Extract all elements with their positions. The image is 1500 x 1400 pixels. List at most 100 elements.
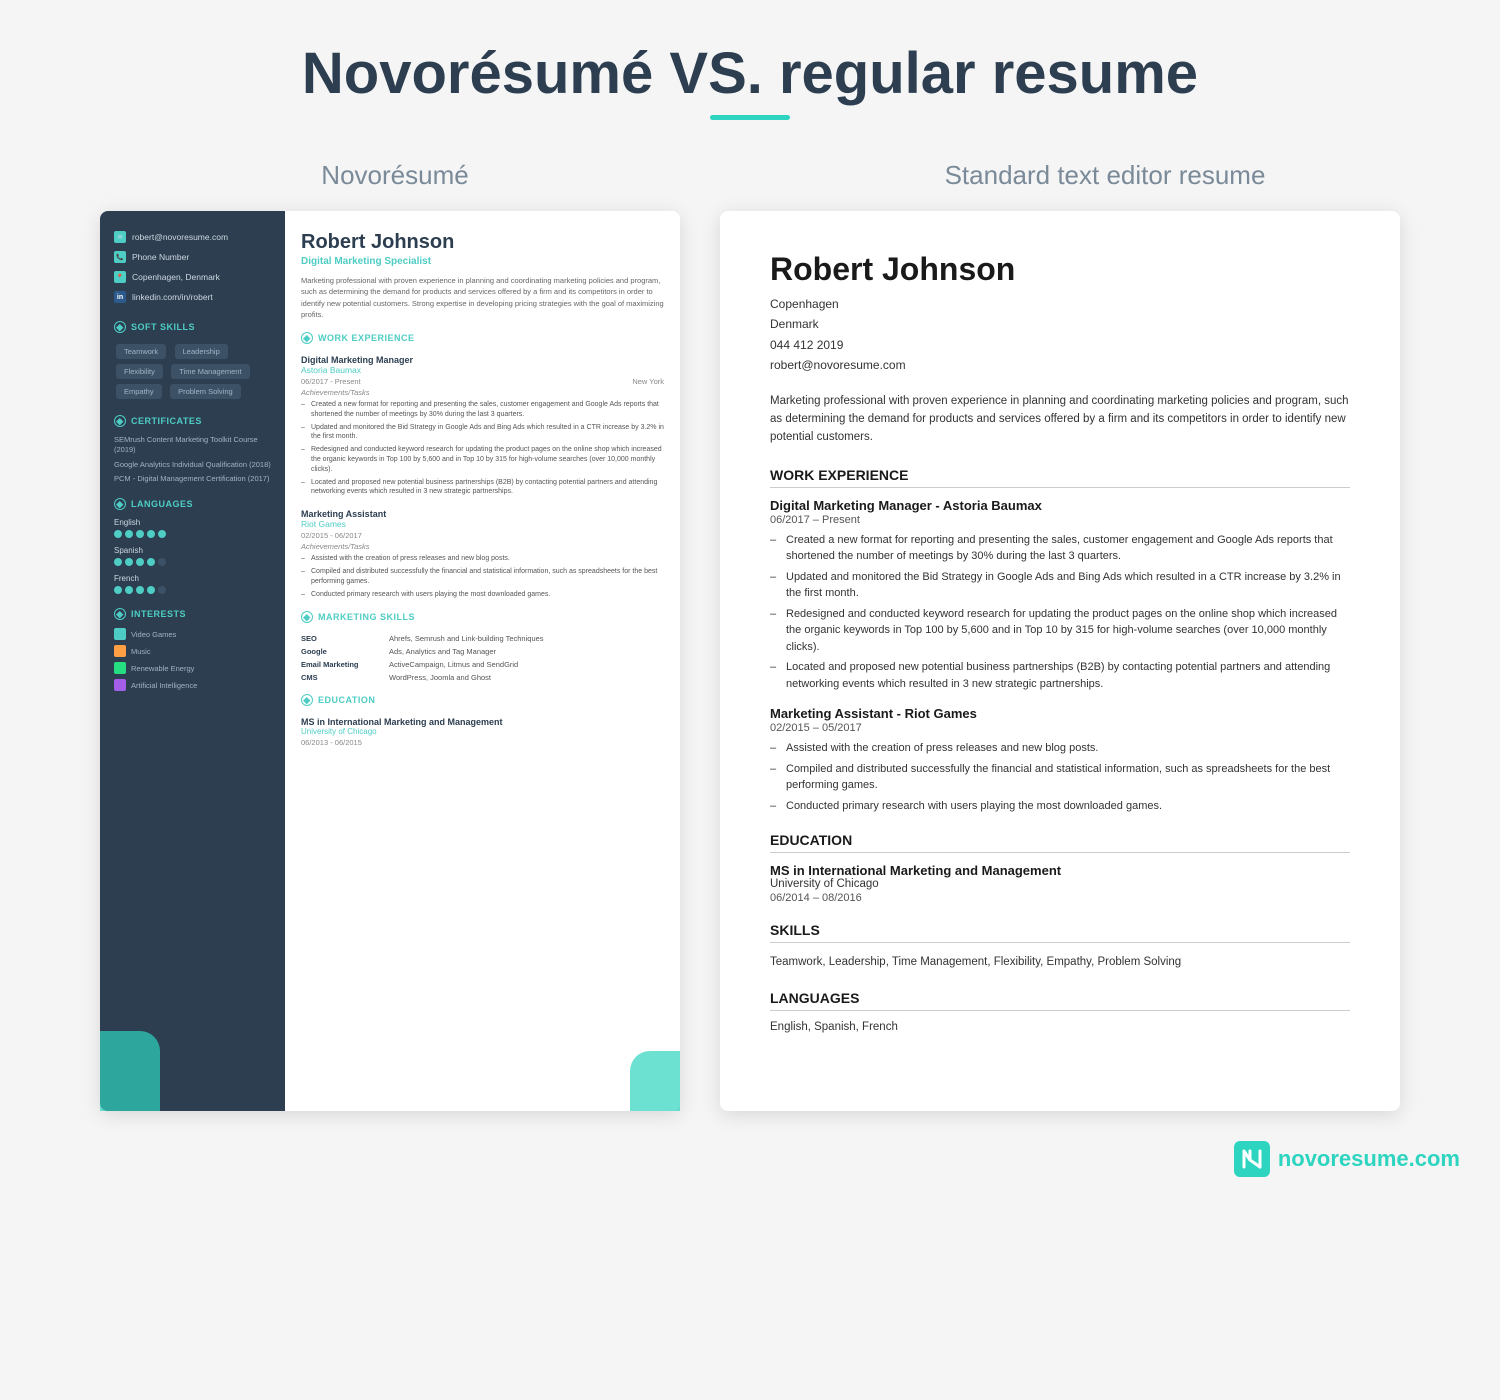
certificates-icon: ◆ (114, 415, 126, 427)
dot3 (136, 586, 144, 594)
std-city: Copenhagen (770, 294, 1350, 314)
novo-email: robert@novoresume.com (132, 232, 228, 242)
location-icon: 📍 (114, 271, 126, 283)
skill-tag-teamwork: Teamwork (116, 344, 166, 359)
skill-tag-problem-solving: Problem Solving (170, 384, 241, 399)
std-job-2: Marketing Assistant - Riot Games 02/2015… (770, 706, 1350, 814)
novo-interests-section: ◆ INTERESTS Video Games Music Renewable … (114, 608, 271, 691)
std-name: Robert Johnson (770, 251, 1350, 288)
novo-job-1: Digital Marketing Manager Astoria Baumax… (301, 355, 664, 497)
skill-seo-label: SEO (301, 634, 381, 643)
novo-job-1-bullet-1: Created a new format for reporting and p… (301, 400, 664, 420)
email-icon: ✉ (114, 231, 126, 243)
certificates-title: ◆ CERTIFICATES (114, 415, 271, 427)
novo-job-1-bullet-2: Updated and monitored the Bid Strategy i… (301, 423, 664, 443)
std-job-1: Digital Marketing Manager - Astoria Baum… (770, 498, 1350, 693)
std-job-2-title: Marketing Assistant - Riot Games (770, 706, 1350, 721)
linkedin-icon: in (114, 291, 126, 303)
novo-job-2-title: Marketing Assistant (301, 509, 664, 519)
skill-tag-leadership: Leadership (175, 344, 228, 359)
std-edu-1: MS in International Marketing and Manage… (770, 863, 1350, 904)
std-job-2-bullet-1: Assisted with the creation of press rele… (770, 740, 1350, 757)
interest-ai: Artificial Intelligence (114, 679, 271, 691)
lang-english-name: English (114, 518, 271, 527)
novo-main: Robert Johnson Digital Marketing Special… (285, 211, 680, 1111)
novo-languages-section: ◆ LANGUAGES English (114, 498, 271, 594)
cert-1: SEMrush Content Marketing Toolkit Course… (114, 435, 271, 455)
novo-location: Copenhagen, Denmark (132, 272, 220, 282)
novo-job-2-meta: 02/2015 - 06/2017 (301, 531, 664, 540)
dot1 (114, 558, 122, 566)
skill-google-label: Google (301, 647, 381, 656)
interest-renewable: Renewable Energy (114, 662, 271, 674)
std-job-1-bullet-2: Updated and monitored the Bid Strategy i… (770, 569, 1350, 602)
renewable-icon (114, 662, 126, 674)
dot1 (114, 530, 122, 538)
dot1 (114, 586, 122, 594)
std-country: Denmark (770, 314, 1350, 334)
title-underline (710, 115, 790, 120)
music-icon (114, 645, 126, 657)
dot3 (136, 530, 144, 538)
std-work-title: WORK EXPERIENCE (770, 467, 1350, 488)
novo-job-2-company: Riot Games (301, 519, 664, 529)
std-phone: 044 412 2019 (770, 335, 1350, 355)
footer-brand-domain: .com (1409, 1146, 1460, 1171)
skill-cms-value: WordPress, Joomla and Ghost (389, 673, 491, 682)
interest-videogames: Video Games (114, 628, 271, 640)
std-languages-title: LANGUAGES (770, 990, 1350, 1011)
teal-shape-right-novo (630, 1051, 680, 1111)
std-job-1-bullet-1: Created a new format for reporting and p… (770, 532, 1350, 565)
novo-location-item: 📍 Copenhagen, Denmark (114, 271, 271, 283)
interests-title: ◆ INTERESTS (114, 608, 271, 620)
std-languages: English, Spanish, French (770, 1021, 1350, 1033)
dot5 (158, 558, 166, 566)
languages-icon: ◆ (114, 498, 126, 510)
page-title: Novorésumé VS. regular resume (40, 40, 1460, 107)
std-email: robert@novoresume.com (770, 355, 1350, 375)
std-summary: Marketing professional with proven exper… (770, 392, 1350, 447)
novo-job-1-bullet-3: Redesigned and conducted keyword researc… (301, 445, 664, 474)
novoresume-card: ✉ robert@novoresume.com 📞 Phone Number 📍… (100, 211, 680, 1111)
std-job-1-date: 06/2017 – Present (770, 514, 1350, 526)
lang-french: French (114, 574, 271, 594)
interest-music: Music (114, 645, 271, 657)
skill-cms-label: CMS (301, 673, 381, 682)
novo-edu-1-degree: MS in International Marketing and Manage… (301, 717, 664, 727)
skill-google-value: Ads, Analytics and Tag Manager (389, 647, 496, 656)
skill-tag-time-mgmt: Time Management (171, 364, 249, 379)
novo-certificates-section: ◆ CERTIFICATES SEMrush Content Marketing… (114, 415, 271, 484)
footer: novoresume.com (40, 1141, 1460, 1177)
teal-shape-left (100, 1031, 160, 1111)
footer-n-badge (1234, 1141, 1270, 1177)
std-skills-title: SKILLS (770, 922, 1350, 943)
novo-phone-item: 📞 Phone Number (114, 251, 271, 263)
novo-sidebar: ✉ robert@novoresume.com 📞 Phone Number 📍… (100, 211, 285, 1111)
skill-tag-empathy: Empathy (116, 384, 162, 399)
skill-tag-flexibility: Flexibility (116, 364, 163, 379)
novo-job-2-bullet-1: Assisted with the creation of press rele… (301, 554, 664, 564)
novo-name: Robert Johnson (301, 231, 664, 254)
novo-work-section-title: ◆ WORK EXPERIENCE (301, 332, 664, 347)
novo-marketing-skills-table: SEO Ahrefs, Semrush and Link-building Te… (301, 634, 664, 682)
novo-email-item: ✉ robert@novoresume.com (114, 231, 271, 243)
std-job-2-bullet-2: Compiled and distributed successfully th… (770, 761, 1350, 794)
skill-email-label: Email Marketing (301, 660, 381, 669)
novo-edu-1-school: University of Chicago (301, 727, 664, 736)
footer-brand-name: novoresume (1278, 1146, 1409, 1171)
soft-skills-icon: ◆ (114, 321, 126, 333)
lang-french-name: French (114, 574, 271, 583)
novo-job-2: Marketing Assistant Riot Games 02/2015 -… (301, 509, 664, 599)
std-edu-1-degree: MS in International Marketing and Manage… (770, 863, 1350, 878)
skill-email-value: ActiveCampaign, Litmus and SendGrid (389, 660, 518, 669)
novo-education-title: ◆ EDUCATION (301, 694, 664, 709)
novo-linkedin-item: in linkedin.com/in/robert (114, 291, 271, 303)
soft-skills-tags: Teamwork Leadership Flexibility Time Man… (114, 341, 271, 401)
standard-card: Robert Johnson Copenhagen Denmark 044 41… (720, 211, 1400, 1111)
lang-spanish-name: Spanish (114, 546, 271, 555)
novo-job-title: Digital Marketing Specialist (301, 256, 664, 267)
dot4 (147, 558, 155, 566)
std-edu-1-dates: 06/2014 – 08/2016 (770, 892, 1350, 904)
novo-edu-1-dates: 06/2013 - 06/2015 (301, 738, 664, 747)
dot4 (147, 530, 155, 538)
